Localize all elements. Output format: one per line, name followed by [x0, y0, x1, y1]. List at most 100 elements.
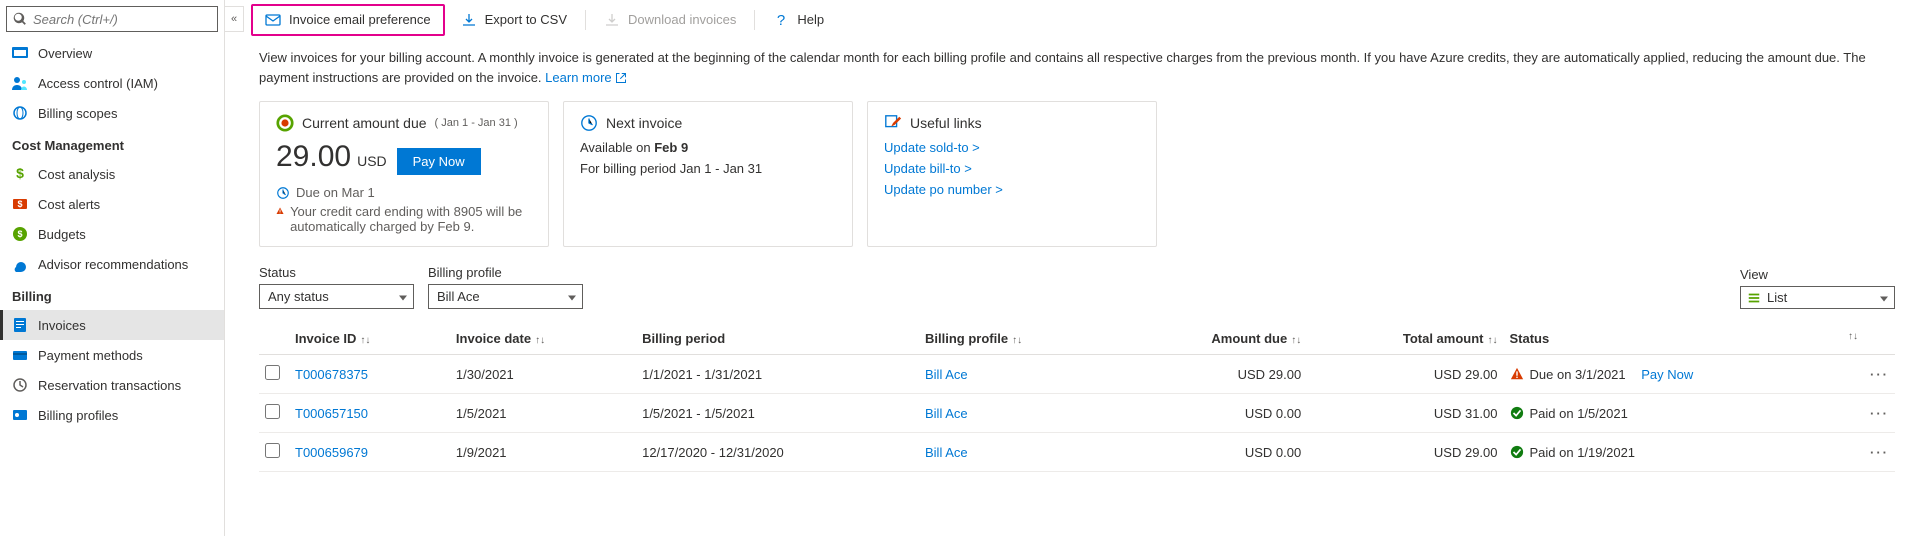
help-button[interactable]: ? Help — [761, 6, 836, 34]
sidebar-item-cost-analysis[interactable]: $ Cost analysis — [0, 159, 224, 189]
sidebar-item-access-control[interactable]: Access control (IAM) — [0, 68, 224, 98]
sidebar-item-payment-methods[interactable]: Payment methods — [0, 340, 224, 370]
available-on: Available on Feb 9 — [580, 140, 836, 155]
clock-icon — [276, 186, 290, 200]
card-title-label: Current amount due — [302, 115, 427, 131]
toolbar-label: Download invoices — [628, 12, 736, 27]
sidebar-item-label: Invoices — [38, 318, 86, 333]
update-po-number-link[interactable]: Update po number > — [884, 182, 1140, 197]
learn-more-link[interactable]: Learn more — [545, 70, 627, 85]
sidebar-item-overview[interactable]: Overview — [0, 38, 224, 68]
th-total-amount[interactable]: Total amount↑↓ — [1307, 323, 1503, 355]
billing-profile-link[interactable]: Bill Ace — [925, 406, 968, 421]
search-input[interactable] — [33, 12, 211, 27]
card-title-label: Next invoice — [606, 115, 682, 131]
view-dropdown-value: List — [1767, 290, 1787, 305]
row-checkbox[interactable] — [265, 404, 280, 419]
download-invoices-button: Download invoices — [592, 6, 748, 34]
th-invoice-id[interactable]: Invoice ID↑↓ — [289, 323, 450, 355]
cell-total-amount: USD 29.00 — [1307, 433, 1503, 472]
cost-alerts-icon: $ — [12, 196, 28, 212]
sidebar-item-cost-alerts[interactable]: $ Cost alerts — [0, 189, 224, 219]
billing-period-text: For billing period Jan 1 - Jan 31 — [580, 161, 836, 176]
card-title-label: Useful links — [910, 115, 982, 131]
row-checkbox[interactable] — [265, 365, 280, 380]
sidebar-item-advisor[interactable]: Advisor recommendations — [0, 249, 224, 279]
available-on-date: Feb 9 — [654, 140, 688, 155]
invoices-table: Invoice ID↑↓ Invoice date↑↓ Billing peri… — [259, 323, 1895, 472]
search-box[interactable] — [6, 6, 218, 32]
th-amount-due[interactable]: Amount due↑↓ — [1120, 323, 1307, 355]
th-label: Invoice date — [456, 331, 531, 346]
svg-text:$: $ — [17, 199, 22, 209]
th-label: Total amount — [1403, 331, 1484, 346]
row-checkbox[interactable] — [265, 443, 280, 458]
clock-icon — [580, 114, 598, 132]
status-dropdown-value: Any status — [268, 289, 329, 304]
th-label: Billing period — [642, 331, 725, 346]
row-more-button[interactable]: ··· — [1864, 355, 1895, 394]
update-bill-to-link[interactable]: Update bill-to > — [884, 161, 1140, 176]
pay-now-link[interactable]: Pay Now — [1641, 367, 1693, 382]
invoice-email-preference-button[interactable]: Invoice email preference — [251, 4, 445, 36]
filter-status-label: Status — [259, 265, 414, 280]
toolbar-separator — [585, 10, 586, 30]
sidebar-item-invoices[interactable]: Invoices — [0, 310, 224, 340]
card-current-amount-due: Current amount due ( Jan 1 - Jan 31 ) 29… — [259, 101, 549, 247]
success-icon — [1510, 406, 1524, 420]
th-status[interactable]: Status↑↓ — [1504, 323, 1865, 355]
filter-view-label: View — [1740, 267, 1895, 282]
sidebar-item-label: Advisor recommendations — [38, 257, 188, 272]
th-label: Status — [1510, 331, 1550, 346]
sidebar-item-label: Payment methods — [38, 348, 143, 363]
sidebar-item-budgets[interactable]: $ Budgets — [0, 219, 224, 249]
cell-billing-period: 1/5/2021 - 1/5/2021 — [636, 394, 919, 433]
invoices-icon — [12, 317, 28, 333]
billing-profile-link[interactable]: Bill Ace — [925, 445, 968, 460]
billing-profile-link[interactable]: Bill Ace — [925, 367, 968, 382]
budgets-icon: $ — [12, 226, 28, 242]
download-icon — [604, 12, 620, 28]
warning-icon — [276, 204, 284, 218]
intro-text: View invoices for your billing account. … — [259, 48, 1895, 87]
profile-dropdown[interactable]: Bill Ace — [428, 284, 583, 309]
access-icon — [12, 75, 28, 91]
status-dropdown[interactable]: Any status — [259, 284, 414, 309]
help-icon: ? — [773, 12, 789, 28]
th-billing-profile[interactable]: Billing profile↑↓ — [919, 323, 1120, 355]
invoice-id-link[interactable]: T000659679 — [295, 445, 368, 460]
sidebar-item-reservation-transactions[interactable]: Reservation transactions — [0, 370, 224, 400]
sidebar-item-billing-profiles[interactable]: Billing profiles — [0, 400, 224, 430]
invoice-id-link[interactable]: T000678375 — [295, 367, 368, 382]
pay-now-button[interactable]: Pay Now — [397, 148, 481, 175]
edit-icon — [884, 114, 902, 132]
th-invoice-date[interactable]: Invoice date↑↓ — [450, 323, 636, 355]
filters-row: Status Any status Billing profile Bill A… — [259, 265, 1895, 309]
toolbar-label: Invoice email preference — [289, 12, 431, 27]
date-range: ( Jan 1 - Jan 31 ) — [435, 117, 518, 129]
svg-text:$: $ — [17, 229, 22, 239]
th-billing-period[interactable]: Billing period — [636, 323, 919, 355]
toolbar-label: Export to CSV — [485, 12, 567, 27]
row-more-button[interactable]: ··· — [1864, 433, 1895, 472]
view-dropdown[interactable]: List — [1740, 286, 1895, 309]
cell-amount-due: USD 0.00 — [1120, 433, 1307, 472]
row-more-button[interactable]: ··· — [1864, 394, 1895, 433]
sidebar-item-billing-scopes[interactable]: Billing scopes — [0, 98, 224, 128]
external-link-icon — [615, 72, 627, 84]
sidebar-collapse-button[interactable]: « — [224, 6, 244, 32]
content: View invoices for your billing account. … — [245, 40, 1909, 476]
cell-total-amount: USD 31.00 — [1307, 394, 1503, 433]
invoice-id-link[interactable]: T000657150 — [295, 406, 368, 421]
sidebar-item-label: Billing scopes — [38, 106, 118, 121]
card-useful-links: Useful links Update sold-to > Update bil… — [867, 101, 1157, 247]
cell-amount-due: USD 29.00 — [1120, 355, 1307, 394]
sidebar-item-label: Cost alerts — [38, 197, 100, 212]
warning-text: Your credit card ending with 8905 will b… — [290, 204, 532, 234]
download-icon — [461, 12, 477, 28]
card-next-invoice: Next invoice Available on Feb 9 For bill… — [563, 101, 853, 247]
mail-icon — [265, 12, 281, 28]
sidebar-item-label: Reservation transactions — [38, 378, 181, 393]
update-sold-to-link[interactable]: Update sold-to > — [884, 140, 1140, 155]
export-csv-button[interactable]: Export to CSV — [449, 6, 579, 34]
